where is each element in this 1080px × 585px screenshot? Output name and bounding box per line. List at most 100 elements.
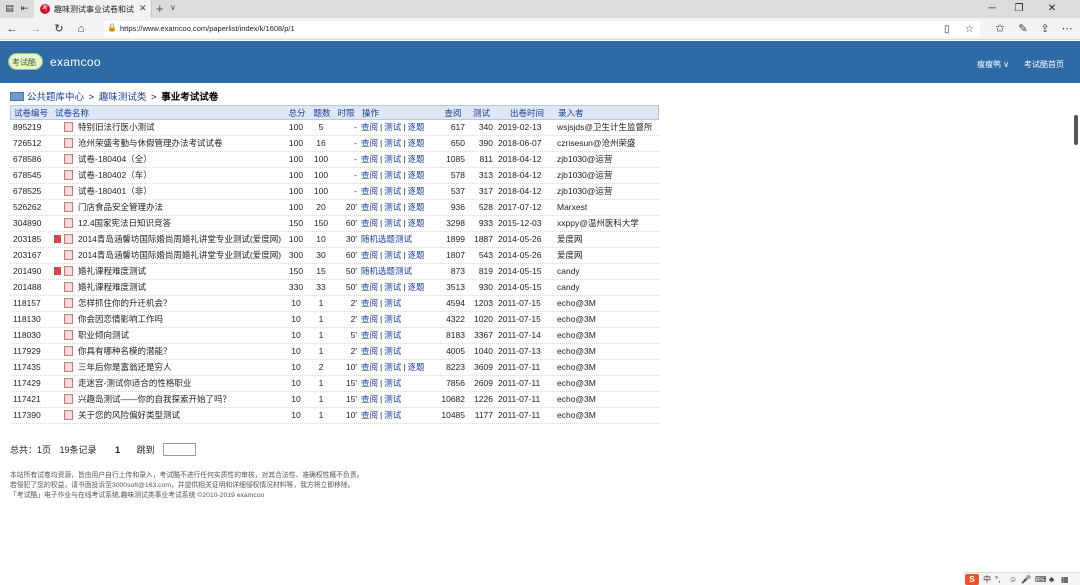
op-link-1[interactable]: 测试 (384, 410, 401, 420)
tab-actions-icon[interactable]: ▤ (4, 3, 15, 14)
paper-author[interactable]: echo@3M (557, 344, 659, 359)
paper-author[interactable]: echo@3M (557, 376, 659, 391)
paper-name[interactable]: 关于您的风险偏好类型测试 (78, 410, 180, 420)
paper-name-cell[interactable]: 门店食品安全管理办法 (54, 200, 286, 215)
paper-name-cell[interactable]: 三年后你是富翁还是穷人 (54, 360, 286, 375)
minimize-icon[interactable]: ─ (985, 2, 999, 16)
op-link-2[interactable]: 逐题 (407, 218, 424, 228)
op-link-2[interactable]: 逐题 (407, 154, 424, 164)
paper-name-cell[interactable]: 职业倾向测试 (54, 328, 286, 343)
col-header-count[interactable]: 题数 (310, 106, 334, 121)
reading-view-icon[interactable]: ▯ (944, 24, 950, 36)
col-header-author[interactable]: 录入者 (558, 106, 660, 121)
paper-name-cell[interactable]: 你会因恋情影响工作吗 (54, 312, 286, 327)
ime-emoji-icon[interactable]: ☺ (1009, 574, 1017, 585)
op-link-1[interactable]: 测试 (384, 346, 401, 356)
paper-author[interactable]: 爱度网 (557, 248, 659, 263)
paper-name-cell[interactable]: 试卷-180401（非） (54, 184, 286, 199)
paper-author[interactable]: 爱度网 (557, 232, 659, 247)
refresh-icon[interactable]: ↻ (52, 22, 66, 36)
paper-author[interactable]: Marxest (557, 200, 659, 215)
logo-badge[interactable]: 考试酷 (8, 53, 43, 70)
paper-name-cell[interactable]: 2014青岛涵馨坊国际婚尚周婚礼讲堂专业测试(爱度网) (54, 248, 286, 263)
op-link-1[interactable]: 测试 (384, 362, 401, 372)
op-link-0[interactable]: 查阅 (361, 282, 378, 292)
op-link-1[interactable]: 测试 (384, 250, 401, 260)
favorites-hub-icon[interactable]: ✩ (993, 22, 1007, 36)
set-aside-tabs-icon[interactable]: ⇤ (19, 3, 30, 14)
ime-keyboard-icon[interactable]: ⌨ (1035, 574, 1047, 585)
op-link-1[interactable]: 测试 (384, 154, 401, 164)
user-menu[interactable]: 瘦瘦鸭 ∨ (977, 59, 1009, 70)
scrollbar-thumb[interactable] (1074, 115, 1078, 145)
paper-name-cell[interactable]: 怎样抓住你的升迁机会？ (54, 296, 286, 311)
paper-name[interactable]: 试卷-180404（全） (78, 154, 152, 164)
paper-name-cell[interactable]: 2014青岛涵馨坊国际婚尚周婚礼讲堂专业测试(爱度网) (54, 232, 286, 247)
paper-author[interactable]: echo@3M (557, 312, 659, 327)
ime-tools-icon[interactable]: ▦ (1061, 574, 1069, 585)
op-link-0[interactable]: 查阅 (361, 122, 378, 132)
op-link-0[interactable]: 查阅 (361, 202, 378, 212)
op-link-2[interactable]: 逐题 (407, 138, 424, 148)
paper-author[interactable]: echo@3M (557, 360, 659, 375)
breadcrumb-root[interactable]: 公共题库中心 (27, 92, 84, 103)
paper-name-cell[interactable]: 试卷-180402（车） (54, 168, 286, 183)
paper-name-cell[interactable]: 你具有哪种名模的潜能？ (54, 344, 286, 359)
home-icon[interactable]: ⌂ (74, 22, 88, 36)
op-link-2[interactable]: 逐题 (407, 170, 424, 180)
op-link-1[interactable]: 测试 (384, 170, 401, 180)
op-link-0[interactable]: 查阅 (361, 138, 378, 148)
op-link-1[interactable]: 测试 (384, 282, 401, 292)
col-header-tests[interactable]: 测试 (469, 106, 494, 121)
op-link-2[interactable]: 逐题 (407, 282, 424, 292)
paper-name[interactable]: 沧州荣盛考勤与休假管理办法考试试卷 (78, 138, 223, 148)
op-link-0[interactable]: 查阅 (361, 378, 378, 388)
paper-name[interactable]: 2014青岛涵馨坊国际婚尚周婚礼讲堂专业测试(爱度网) (78, 234, 281, 244)
sogou-ime-logo-icon[interactable]: S (965, 574, 979, 585)
op-link-1[interactable]: 测试 (384, 138, 401, 148)
paper-author[interactable]: xxppy@温州医科大学 (557, 216, 659, 231)
new-tab-icon[interactable]: + (156, 1, 164, 16)
op-link-1[interactable]: 测试 (384, 186, 401, 196)
paper-author[interactable]: echo@3M (557, 408, 659, 423)
op-link-1[interactable]: 测试 (384, 218, 401, 228)
op-link-1[interactable]: 测试 (384, 122, 401, 132)
op-link-0[interactable]: 查阅 (361, 394, 378, 404)
op-link-0[interactable]: 查阅 (361, 186, 378, 196)
col-header-date[interactable]: 出卷时间 (499, 106, 555, 121)
paper-name-cell[interactable]: 婚礼课程难度测试 (54, 280, 286, 295)
browser-tab-active[interactable]: 考 趣味测试事业试卷和试题 ✕ (34, 0, 152, 18)
op-link-2[interactable]: 逐题 (407, 202, 424, 212)
op-link-0[interactable]: 查阅 (361, 410, 378, 420)
paper-name[interactable]: 你会因恋情影响工作吗 (78, 314, 163, 324)
paper-name[interactable]: 走迷宫-测试你适合的性格职业 (78, 378, 191, 388)
paper-author[interactable]: echo@3M (557, 328, 659, 343)
logo-text[interactable]: examcoo (50, 55, 101, 69)
paper-name-cell[interactable]: 沧州荣盛考勤与休假管理办法考试试卷 (54, 136, 286, 151)
more-menu-icon[interactable]: ⋯ (1060, 22, 1074, 36)
col-header-views[interactable]: 查阅 (440, 106, 466, 121)
paper-name-cell[interactable]: 走迷宫-测试你适合的性格职业 (54, 376, 286, 391)
forward-arrow-icon[interactable]: → (29, 22, 43, 36)
favorite-star-icon[interactable]: ☆ (965, 24, 974, 36)
op-link-0[interactable]: 查阅 (361, 218, 378, 228)
ime-punctuation-icon[interactable]: °, (995, 574, 1000, 585)
paper-author[interactable]: candy (557, 280, 659, 295)
op-link-1[interactable]: 测试 (384, 298, 401, 308)
breadcrumb-category[interactable]: 趣味测试类 (99, 92, 147, 103)
col-header-id[interactable]: 试卷编号 (14, 106, 59, 121)
paper-name[interactable]: 试卷-180401（非） (78, 186, 152, 196)
op-link-0[interactable]: 查阅 (361, 298, 378, 308)
ime-skin-icon[interactable]: ♣ (1049, 574, 1054, 585)
page-scrollbar[interactable] (1072, 41, 1080, 571)
paper-name-cell[interactable]: 婚礼课程难度测试 (54, 264, 286, 279)
address-bar[interactable]: 🔒 https://www.examcoo.com/paperlist/inde… (104, 21, 980, 37)
home-link[interactable]: 考试酷首页 (1024, 59, 1064, 70)
ime-voice-icon[interactable]: 🎤 (1021, 574, 1031, 585)
op-link-1[interactable]: 测试 (384, 378, 401, 388)
col-header-score[interactable]: 总分 (284, 106, 310, 121)
paper-author[interactable]: echo@3M (557, 296, 659, 311)
paper-author[interactable]: wsjsjds@卫生计生监督所 (557, 120, 659, 135)
paper-name-cell[interactable]: 12.4国家宪法日知识竞答 (54, 216, 286, 231)
op-link-2[interactable]: 逐题 (407, 122, 424, 132)
